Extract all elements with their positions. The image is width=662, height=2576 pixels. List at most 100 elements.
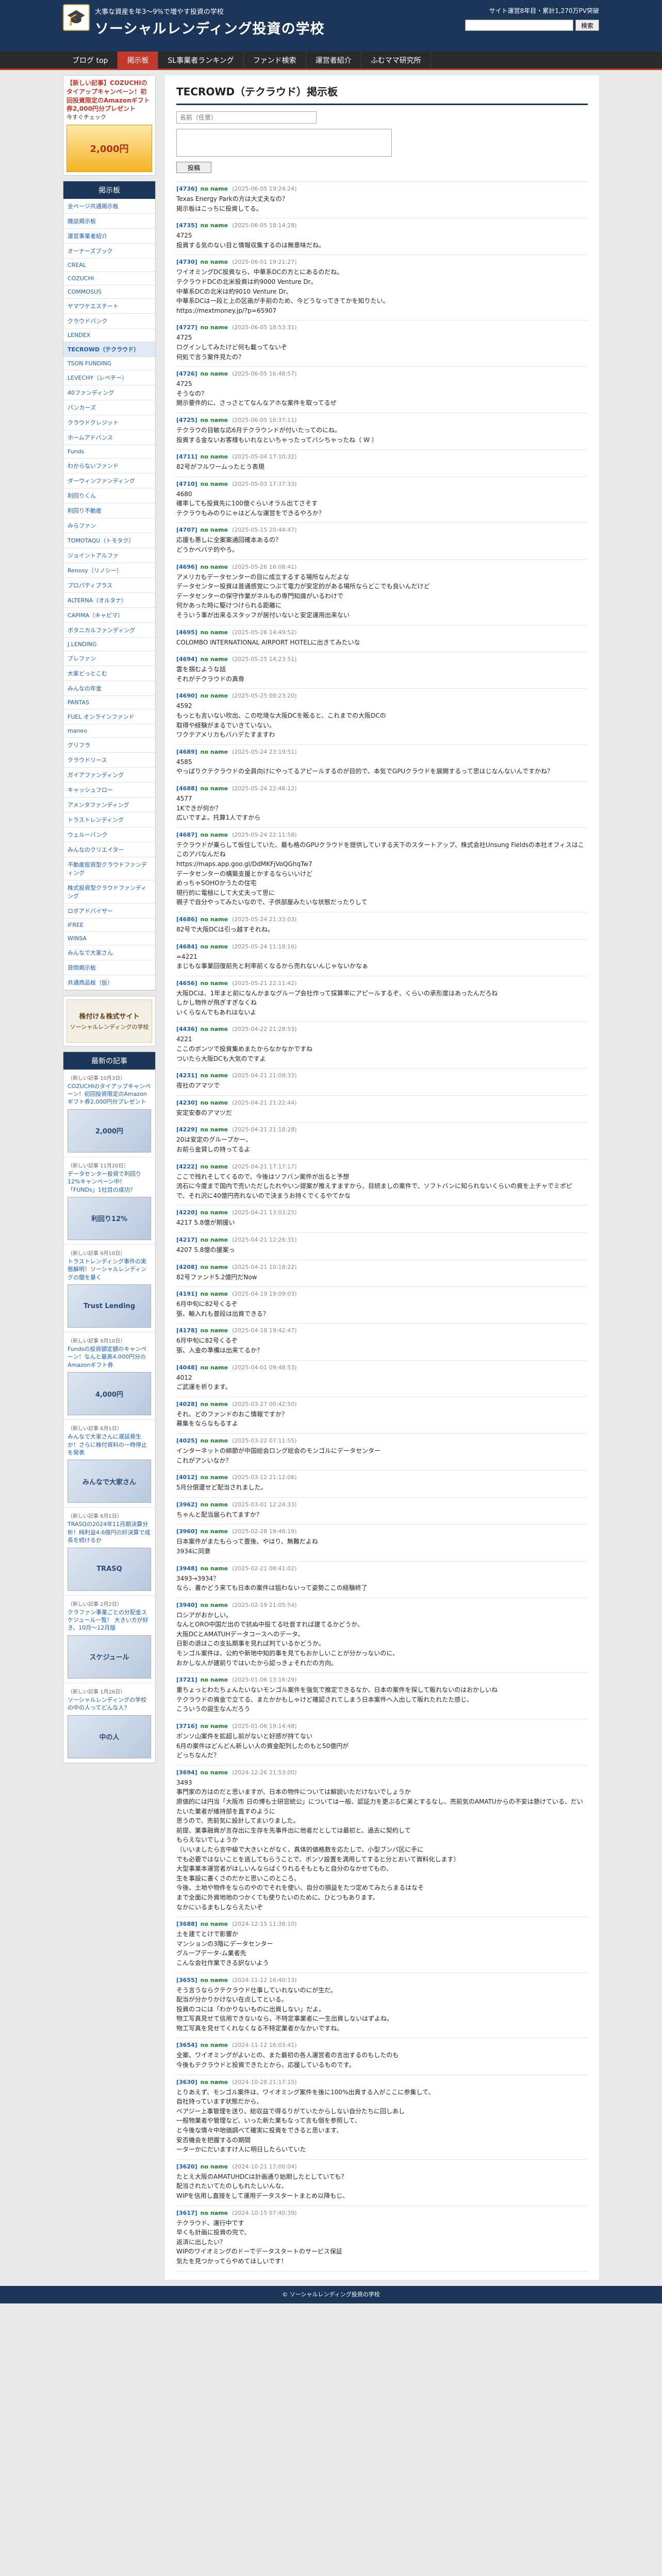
nav-item-5[interactable]: ふむママ研究所	[361, 52, 431, 69]
post-number[interactable]: [3721]	[176, 1676, 197, 1683]
board-link[interactable]: COZUCHI	[63, 272, 155, 285]
board-link[interactable]: みんなのクリエイター	[63, 842, 155, 857]
recent-article-title[interactable]: COZUCHIのタイアップキャンペーン！初回投資限定のAmazonギフト券2,0…	[68, 1082, 151, 1106]
recent-article[interactable]: （新しい記事 10月3日） COZUCHIのタイアップキャンペーン！初回投資限定の…	[63, 1070, 155, 1157]
board-link[interactable]: キャッシュフロー	[63, 783, 155, 798]
board-link[interactable]: ロボアドバイザー	[63, 904, 155, 919]
board-link[interactable]: ブレファン	[63, 651, 155, 666]
post-number[interactable]: [4222]	[176, 1163, 197, 1170]
recent-article[interactable]: （新しい記事 11月20日） データセンター投資で利回り12%キャンペーン中！「F…	[63, 1157, 155, 1245]
post-number[interactable]: [3962]	[176, 1501, 197, 1508]
nav-item-0[interactable]: ブログ top	[63, 52, 118, 69]
post-number[interactable]: [4686]	[176, 916, 197, 923]
board-link[interactable]: クラウドクレジット	[63, 415, 155, 430]
post-number[interactable]: [4687]	[176, 832, 197, 838]
board-link[interactable]: 40ファンディング	[63, 385, 155, 400]
post-number[interactable]: [4208]	[176, 1264, 197, 1270]
recent-article-thumbnail[interactable]: みんなで大家さん	[68, 1460, 151, 1503]
post-number[interactable]: [4220]	[176, 1209, 197, 1216]
post-number[interactable]: [4684]	[176, 943, 197, 950]
recent-article-title[interactable]: みんなで大家さんに遅延発生か！さらに株付資料の一時停止を発表	[68, 1433, 151, 1456]
post-number[interactable]: [3630]	[176, 2079, 197, 2086]
recent-article-thumbnail[interactable]: 2,000円	[68, 1109, 151, 1153]
post-number[interactable]: [3940]	[176, 1602, 197, 1608]
post-number[interactable]: [4694]	[176, 656, 197, 663]
board-link[interactable]: クラウドバンク	[63, 314, 155, 329]
post-number[interactable]: [3617]	[176, 2210, 197, 2216]
post-number[interactable]: [4048]	[176, 1364, 197, 1371]
board-link[interactable]: みんなの年金	[63, 681, 155, 696]
board-link[interactable]: アメンタファンディング	[63, 798, 155, 812]
post-number[interactable]: [3716]	[176, 1723, 197, 1730]
post-number[interactable]: [4191]	[176, 1291, 197, 1297]
sidebar-banner-image[interactable]: 株付け＆株式サイト ソーシャルレンディングの学校	[67, 999, 152, 1043]
sidebar-ad-title[interactable]: 【新しい記事】COZUCHIのタイアップキャンペーン！初回投資限定のAmazon…	[67, 79, 152, 113]
post-number[interactable]: [4656]	[176, 980, 197, 987]
recent-article[interactable]: （新しい記事 6月1日） みんなで大家さんに遅延発生か！さらに株付資料の一時停止を…	[63, 1420, 155, 1508]
recent-article-thumbnail[interactable]: 4,000円	[68, 1372, 151, 1416]
board-link[interactable]: Renosy（リノシー）	[63, 563, 155, 578]
recent-article[interactable]: （新しい記事 9月10日） Fundsの投資額定額のキャンペーン！なんと最高4,0…	[63, 1332, 155, 1420]
recent-article-title[interactable]: TRASQの2024年11月期決算分析！純利益4.6億円の好決算で成長を続けるか	[68, 1520, 151, 1544]
board-link[interactable]: バンカーズ	[63, 400, 155, 415]
recent-article-thumbnail[interactable]: スケジュール	[68, 1635, 151, 1679]
post-number[interactable]: [4725]	[176, 417, 197, 423]
post-number[interactable]: [4688]	[176, 785, 197, 792]
post-number[interactable]: [4735]	[176, 222, 197, 229]
board-link[interactable]: ヤマワケエステート	[63, 299, 155, 314]
post-number[interactable]: [4231]	[176, 1072, 197, 1079]
board-link[interactable]: CREAL	[63, 259, 155, 272]
board-link[interactable]: Funds	[63, 445, 155, 459]
sidebar-banner[interactable]: 株付け＆株式サイト ソーシャルレンディングの学校	[63, 995, 156, 1046]
recent-article[interactable]: （新しい記事 6月1日） TRASQの2024年11月期決算分析！純利益4.6億円…	[63, 1507, 155, 1596]
post-number[interactable]: [4730]	[176, 259, 197, 265]
search-input[interactable]	[465, 20, 573, 31]
board-link[interactable]: 利回りくん	[63, 488, 155, 503]
recent-article-thumbnail[interactable]: Trust Lending	[68, 1284, 151, 1328]
post-number[interactable]: [4217]	[176, 1236, 197, 1243]
board-link[interactable]: グリフラ	[63, 738, 155, 753]
board-link[interactable]: 運営事業者紹介	[63, 229, 155, 244]
post-number[interactable]: [3960]	[176, 1528, 197, 1535]
board-link[interactable]: FUEL オンラインファンド	[63, 709, 155, 724]
post-number[interactable]: [3688]	[176, 1921, 197, 1927]
post-number[interactable]: [4711]	[176, 453, 197, 460]
board-link[interactable]: maneo	[63, 724, 155, 738]
recent-article-thumbnail[interactable]: TRASQ	[68, 1547, 151, 1591]
board-link[interactable]: iFREE	[63, 919, 155, 932]
board-link[interactable]: 株式投資型クラウドファンディング	[63, 880, 155, 904]
board-link[interactable]: ホームアドバンス	[63, 430, 155, 445]
post-number[interactable]: [4696]	[176, 564, 197, 570]
board-link[interactable]: J.LENDING	[63, 638, 155, 651]
board-link[interactable]: 利回り不動産	[63, 503, 155, 518]
board-link[interactable]: オーナーズブック	[63, 244, 155, 259]
comment-textarea[interactable]	[176, 129, 392, 157]
board-link[interactable]: TECROWD（テクラウド）	[63, 342, 155, 357]
recent-article-title[interactable]: トラストレンディング事件の実態解明！ソーシャルレンディングの闇を暴く	[68, 1258, 151, 1281]
post-number[interactable]: [4710]	[176, 481, 197, 487]
board-link[interactable]: みんなで大家さん	[63, 945, 155, 960]
board-link[interactable]: ALTERNA（オルタナ）	[63, 593, 155, 608]
post-number[interactable]: [4229]	[176, 1126, 197, 1133]
nav-item-3[interactable]: ファンド検索	[244, 52, 306, 69]
name-input[interactable]	[176, 111, 317, 124]
site-title[interactable]: ソーシャルレンディング投資の学校	[95, 18, 325, 38]
recent-article-title[interactable]: ソーシャルレンディングの学校の中の人ってどんな人？	[68, 1696, 151, 1712]
board-link[interactable]: WINSA	[63, 932, 155, 945]
board-link[interactable]: LEVECHY（レベチー）	[63, 370, 155, 385]
board-link[interactable]: 雑談掲示板	[63, 214, 155, 229]
board-link[interactable]: ボタニカルファンディング	[63, 623, 155, 638]
post-number[interactable]: [4727]	[176, 324, 197, 331]
recent-article-thumbnail[interactable]: 中の人	[68, 1715, 151, 1758]
recent-article-title[interactable]: Fundsの投資額定額のキャンペーン！なんと最高4,000円分のAmazonギフ…	[68, 1345, 151, 1369]
board-link[interactable]: CAPIMA（キャピマ）	[63, 608, 155, 623]
recent-article-title[interactable]: データセンター投資で利回り12%キャンペーン中！「FUNDs」1社目の成功？	[68, 1170, 151, 1194]
board-link[interactable]: わからないファンド	[63, 459, 155, 473]
board-link[interactable]: LENDEX	[63, 329, 155, 342]
board-link[interactable]: ジョイントアルファ	[63, 548, 155, 563]
board-link[interactable]: PANTAS	[63, 696, 155, 709]
recent-article[interactable]: （新しい記事 2月2日） クラファン事業ごとの分配金スケジュール一覧！ 大きい方が…	[63, 1596, 155, 1683]
board-link[interactable]: 貸倒掲示板	[63, 960, 155, 975]
post-number[interactable]: [3654]	[176, 2042, 197, 2048]
post-number[interactable]: [4690]	[176, 692, 197, 699]
